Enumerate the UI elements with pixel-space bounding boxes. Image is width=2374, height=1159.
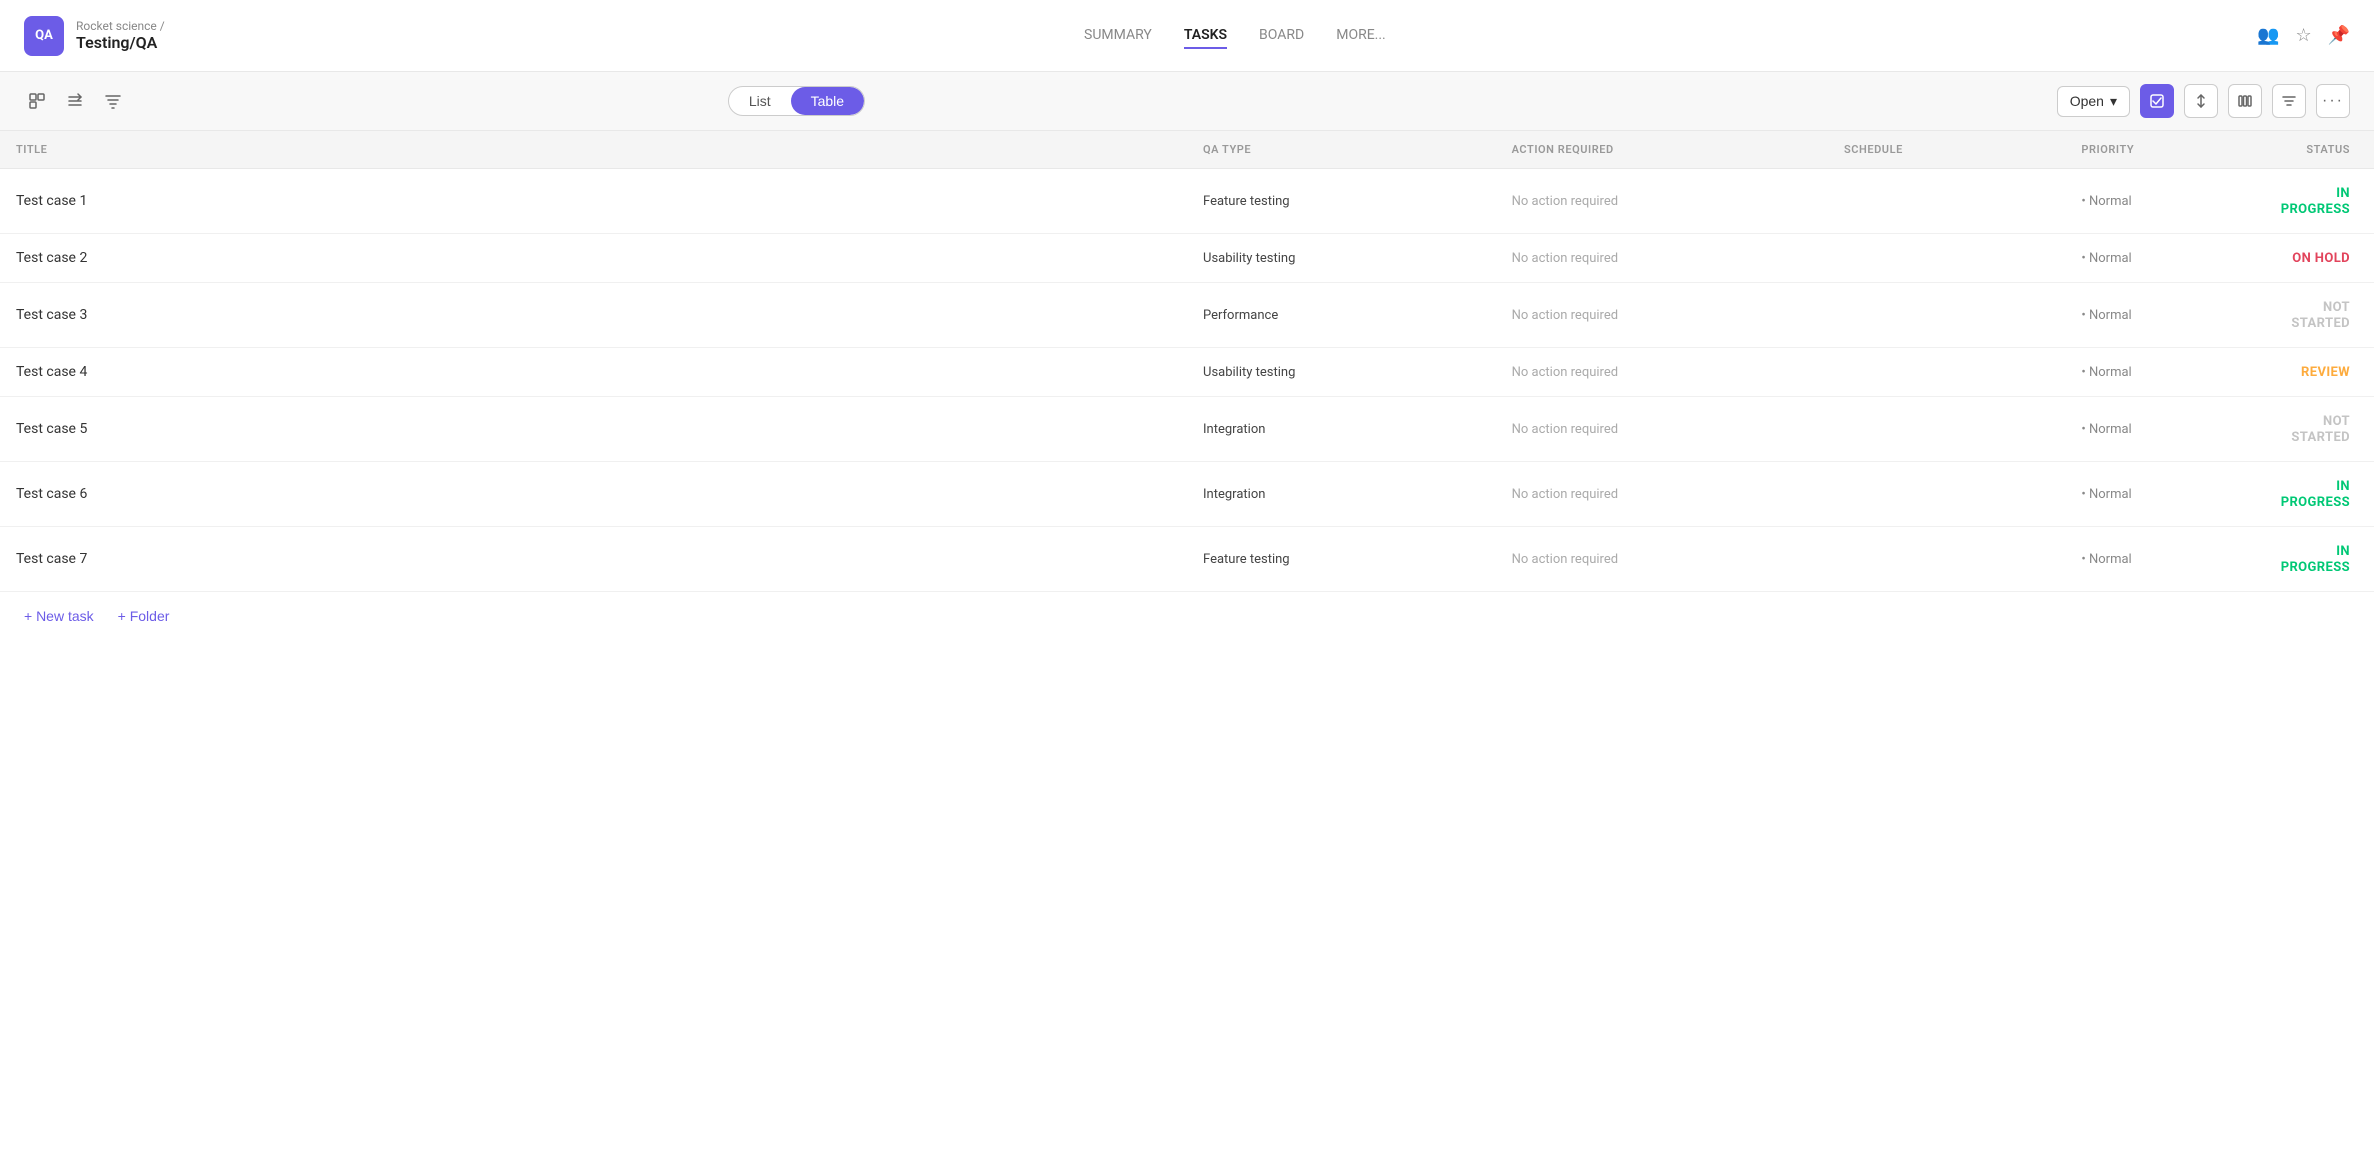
view-toggle: List Table [728, 86, 865, 116]
cell-priority: • Normal [2065, 527, 2255, 592]
cell-priority: • Normal [2065, 397, 2255, 462]
cell-status: IN PROGRESS [2255, 169, 2374, 234]
cell-priority: • Normal [2065, 234, 2255, 283]
table-header-row: TITLE QA TYPE ACTION REQUIRED SCHEDULE P… [0, 131, 2374, 169]
col-header-qatype: QA TYPE [1187, 131, 1496, 169]
table-row[interactable]: Test case 3 Performance No action requir… [0, 283, 2374, 348]
open-dropdown-button[interactable]: Open ▾ [2057, 86, 2130, 117]
cell-action: No action required [1496, 169, 1828, 234]
chevron-down-icon: ▾ [2110, 93, 2117, 110]
cell-action: No action required [1496, 397, 1828, 462]
breadcrumb-parent: Rocket science / [76, 19, 165, 33]
tasks-table: TITLE QA TYPE ACTION REQUIRED SCHEDULE P… [0, 131, 2374, 592]
group-button[interactable] [62, 88, 88, 114]
cell-title: Test case 7 [0, 527, 1187, 592]
cell-action: No action required [1496, 283, 1828, 348]
cell-status: NOT STARTED [2255, 283, 2374, 348]
col-header-priority: PRIORITY [2065, 131, 2255, 169]
cell-action: No action required [1496, 527, 1828, 592]
cell-status: IN PROGRESS [2255, 462, 2374, 527]
header-right: 👥 ☆ 📌 [2257, 25, 2350, 46]
cell-title: Test case 4 [0, 348, 1187, 397]
col-header-status: STATUS [2255, 131, 2374, 169]
new-task-button[interactable]: + New task [24, 608, 94, 624]
people-icon[interactable]: 👥 [2257, 25, 2279, 46]
cell-qatype: Usability testing [1187, 348, 1496, 397]
more-options-button[interactable]: ··· [2316, 84, 2350, 118]
cell-status: REVIEW [2255, 348, 2374, 397]
table-row[interactable]: Test case 1 Feature testing No action re… [0, 169, 2374, 234]
new-folder-button[interactable]: + Folder [118, 608, 170, 624]
col-header-schedule: SCHEDULE [1828, 131, 2065, 169]
breadcrumb-current: Testing/QA [76, 33, 165, 52]
cell-status: IN PROGRESS [2255, 527, 2374, 592]
table-row[interactable]: Test case 2 Usability testing No action … [0, 234, 2374, 283]
tab-board[interactable]: BOARD [1259, 23, 1304, 49]
cell-schedule [1828, 348, 2065, 397]
cell-schedule [1828, 169, 2065, 234]
table-row[interactable]: Test case 5 Integration No action requir… [0, 397, 2374, 462]
col-header-action: ACTION REQUIRED [1496, 131, 1828, 169]
cell-schedule [1828, 283, 2065, 348]
table-row[interactable]: Test case 4 Usability testing No action … [0, 348, 2374, 397]
cell-title: Test case 2 [0, 234, 1187, 283]
pin-icon[interactable]: 📌 [2328, 25, 2350, 46]
header: QA Rocket science / Testing/QA SUMMARY T… [0, 0, 2374, 72]
cell-action: No action required [1496, 234, 1828, 283]
footer-actions: + New task + Folder [0, 592, 2374, 640]
cell-qatype: Performance [1187, 283, 1496, 348]
tab-more[interactable]: MORE... [1336, 23, 1386, 49]
cell-title: Test case 5 [0, 397, 1187, 462]
check-filter-button[interactable] [2140, 84, 2174, 118]
toolbar: List Table Open ▾ [0, 72, 2374, 131]
table-row[interactable]: Test case 7 Feature testing No action re… [0, 527, 2374, 592]
logo-text: QA [35, 28, 53, 43]
cell-schedule [1828, 462, 2065, 527]
toolbar-left [24, 88, 126, 114]
breadcrumb-area: Rocket science / Testing/QA [76, 19, 165, 52]
cell-action: No action required [1496, 462, 1828, 527]
sort-button[interactable] [2184, 84, 2218, 118]
cell-qatype: Feature testing [1187, 527, 1496, 592]
toolbar-right: Open ▾ [2057, 84, 2350, 118]
columns-button[interactable] [2228, 84, 2262, 118]
star-icon[interactable]: ☆ [2295, 25, 2311, 46]
cell-title: Test case 3 [0, 283, 1187, 348]
cell-priority: • Normal [2065, 283, 2255, 348]
cell-status: ON HOLD [2255, 234, 2374, 283]
expand-button[interactable] [24, 88, 50, 114]
cell-qatype: Integration [1187, 397, 1496, 462]
filter-button[interactable] [2272, 84, 2306, 118]
cell-schedule [1828, 234, 2065, 283]
table-view-button[interactable]: Table [791, 87, 864, 115]
nav-tabs: SUMMARY TASKS BOARD MORE... [213, 23, 2257, 49]
cell-schedule [1828, 527, 2065, 592]
cell-priority: • Normal [2065, 169, 2255, 234]
cell-qatype: Feature testing [1187, 169, 1496, 234]
cell-priority: • Normal [2065, 348, 2255, 397]
tab-summary[interactable]: SUMMARY [1084, 23, 1152, 49]
cell-title: Test case 6 [0, 462, 1187, 527]
filter-sort-button[interactable] [100, 88, 126, 114]
cell-action: No action required [1496, 348, 1828, 397]
logo-area: QA Rocket science / Testing/QA [24, 16, 165, 56]
cell-qatype: Integration [1187, 462, 1496, 527]
cell-schedule [1828, 397, 2065, 462]
cell-title: Test case 1 [0, 169, 1187, 234]
tab-tasks[interactable]: TASKS [1184, 23, 1227, 49]
table-container: TITLE QA TYPE ACTION REQUIRED SCHEDULE P… [0, 131, 2374, 592]
list-view-button[interactable]: List [729, 87, 791, 115]
col-header-title: TITLE [0, 131, 1187, 169]
table-row[interactable]: Test case 6 Integration No action requir… [0, 462, 2374, 527]
logo-box: QA [24, 16, 64, 56]
cell-qatype: Usability testing [1187, 234, 1496, 283]
cell-priority: • Normal [2065, 462, 2255, 527]
cell-status: NOT STARTED [2255, 397, 2374, 462]
